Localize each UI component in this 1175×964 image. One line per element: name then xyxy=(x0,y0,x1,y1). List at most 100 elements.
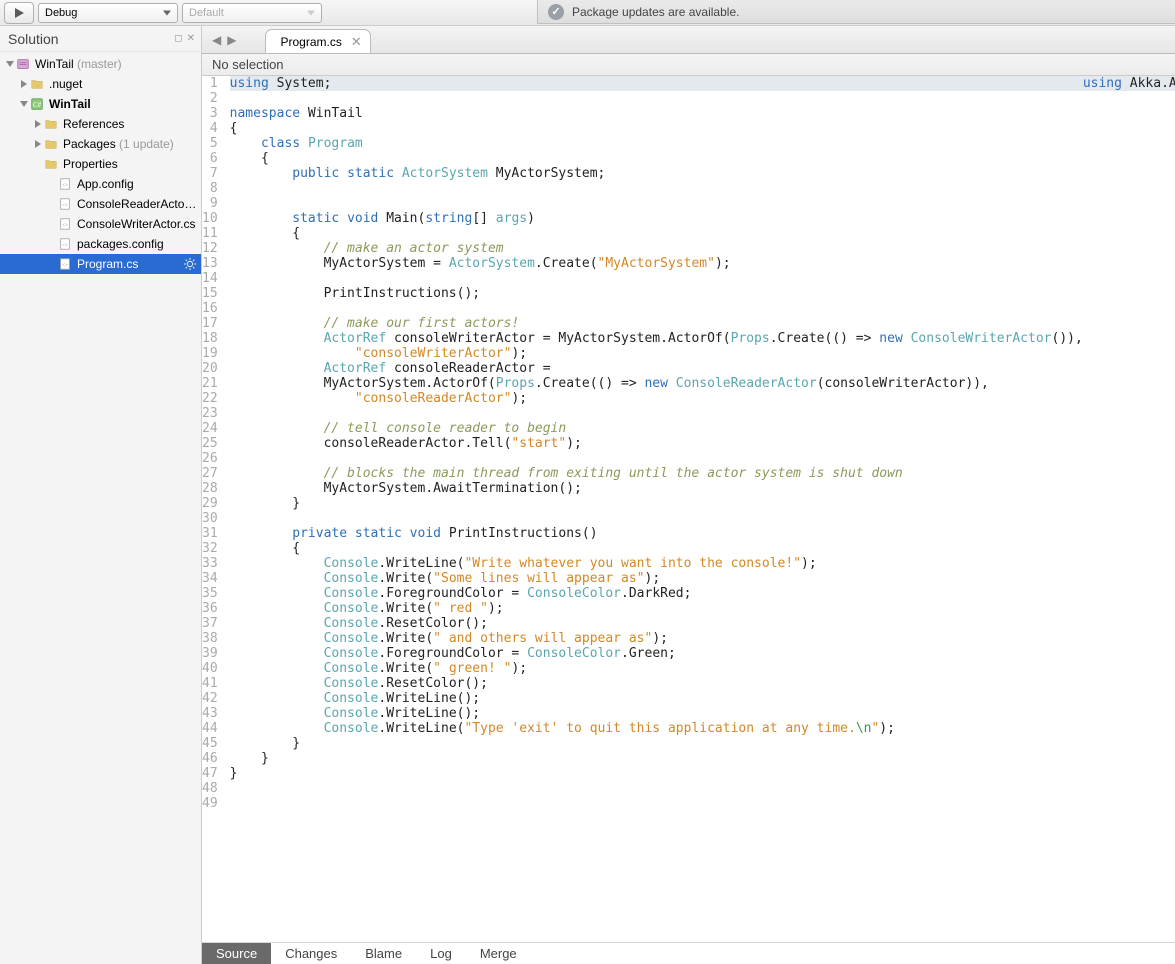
code-line[interactable]: "consoleReaderActor"); xyxy=(230,391,1083,406)
code-line[interactable]: Console.Write(" green! "); xyxy=(230,661,1083,676)
bottom-tab-blame[interactable]: Blame xyxy=(351,943,416,964)
tree-item-packages[interactable]: Packages (1 update) xyxy=(0,134,201,154)
code-line[interactable]: Console.WriteLine("Type 'exit' to quit t… xyxy=(230,721,1083,736)
chevron-down-icon[interactable] xyxy=(18,100,29,108)
code-line[interactable]: // make our first actors! xyxy=(230,316,1083,331)
code-line[interactable]: Console.WriteLine("Write whatever you wa… xyxy=(230,556,1083,571)
line-number: 34 xyxy=(202,571,218,586)
tree-item-wintail[interactable]: C#WinTail xyxy=(0,94,201,114)
code-line[interactable]: Console.ForegroundColor = ConsoleColor.G… xyxy=(230,646,1083,661)
cs-icon: <> xyxy=(57,196,73,212)
code-line[interactable]: MyActorSystem = ActorSystem.Create("MyAc… xyxy=(230,256,1083,271)
code-line[interactable]: // blocks the main thread from exiting u… xyxy=(230,466,1083,481)
main-toolbar: Debug Default ✓ Package updates are avai… xyxy=(0,0,1175,26)
notification-bar[interactable]: ✓ Package updates are available. xyxy=(537,0,1175,24)
tree-item-nuget[interactable]: .nuget xyxy=(0,74,201,94)
code-line[interactable]: "consoleWriterActor"); xyxy=(230,346,1083,361)
code-line[interactable]: private static void PrintInstructions() xyxy=(230,526,1083,541)
bottom-tab-log[interactable]: Log xyxy=(416,943,466,964)
code-line[interactable]: // tell console reader to begin xyxy=(230,421,1083,436)
code-line[interactable]: Console.ResetColor(); xyxy=(230,616,1083,631)
code-line[interactable]: Console.ResetColor(); xyxy=(230,676,1083,691)
tree-item-label: WinTail (master) xyxy=(35,57,197,71)
tree-item-consolereaderactorcs[interactable]: <>ConsoleReaderActor.cs xyxy=(0,194,201,214)
breadcrumb-bar[interactable]: No selection xyxy=(202,54,1175,76)
code-line[interactable] xyxy=(230,406,1083,421)
code-line[interactable]: MyActorSystem.ActorOf(Props.Create(() =>… xyxy=(230,376,1083,391)
chevron-down-icon[interactable] xyxy=(4,60,15,68)
code-line[interactable]: { xyxy=(230,226,1083,241)
code-line[interactable]: Console.Write("Some lines will appear as… xyxy=(230,571,1083,586)
bottom-tab-changes[interactable]: Changes xyxy=(271,943,351,964)
code-line[interactable]: ActorRef consoleWriterActor = MyActorSys… xyxy=(230,331,1083,346)
chevron-right-icon[interactable] xyxy=(18,80,29,88)
pad-close-icon[interactable]: ✕ xyxy=(187,33,195,44)
code-line[interactable]: { xyxy=(230,541,1083,556)
code-line[interactable] xyxy=(230,91,1083,106)
code-line[interactable]: } xyxy=(230,736,1083,751)
code-line[interactable]: consoleReaderActor.Tell("start"); xyxy=(230,436,1083,451)
code-line[interactable]: using Akka.Actor; xyxy=(1083,76,1175,91)
code-line[interactable]: Console.ForegroundColor = ConsoleColor.D… xyxy=(230,586,1083,601)
line-number: 27 xyxy=(202,466,218,481)
code-line[interactable]: { xyxy=(230,121,1083,136)
code-line[interactable] xyxy=(230,781,1083,796)
code-line[interactable]: MyActorSystem.AwaitTermination(); xyxy=(230,481,1083,496)
close-icon[interactable]: ✕ xyxy=(351,34,362,50)
code-line[interactable]: using System; xyxy=(230,76,1083,91)
gear-icon[interactable] xyxy=(183,257,197,271)
tree-item-appconfig[interactable]: <>App.config xyxy=(0,174,201,194)
breadcrumb-text: No selection xyxy=(212,57,284,72)
tree-item-programcs[interactable]: <>Program.cs xyxy=(0,254,201,274)
tree-item-references[interactable]: References xyxy=(0,114,201,134)
code-line[interactable] xyxy=(230,271,1083,286)
line-number: 22 xyxy=(202,391,218,406)
line-number: 44 xyxy=(202,721,218,736)
code-area[interactable]: using System;using Akka.Actor; namespace… xyxy=(226,76,1083,942)
code-line[interactable]: static void Main(string[] args) xyxy=(230,211,1083,226)
play-icon xyxy=(13,7,25,19)
code-line[interactable] xyxy=(230,301,1083,316)
code-line[interactable]: Console.Write(" and others will appear a… xyxy=(230,631,1083,646)
code-line[interactable] xyxy=(230,511,1083,526)
tree-item-label: WinTail xyxy=(49,97,197,111)
solution-tree[interactable]: WinTail (master) .nugetC#WinTailReference… xyxy=(0,52,201,964)
code-line[interactable]: } xyxy=(230,496,1083,511)
code-line[interactable]: Console.Write(" red "); xyxy=(230,601,1083,616)
line-number: 35 xyxy=(202,586,218,601)
code-line[interactable]: Console.WriteLine(); xyxy=(230,691,1083,706)
code-line[interactable]: // make an actor system xyxy=(230,241,1083,256)
folder-icon xyxy=(43,136,59,152)
editor-tab[interactable]: Program.cs ✕ xyxy=(265,29,370,53)
code-line[interactable]: class Program xyxy=(230,136,1083,151)
tree-item-consolewriteractorcs[interactable]: <>ConsoleWriterActor.cs xyxy=(0,214,201,234)
code-line[interactable] xyxy=(230,451,1083,466)
bottom-tab-source[interactable]: Source xyxy=(202,943,271,964)
code-line[interactable] xyxy=(230,196,1083,211)
nav-back-icon[interactable]: ◀ xyxy=(212,33,221,47)
code-line[interactable]: PrintInstructions(); xyxy=(230,286,1083,301)
code-editor[interactable]: 1234567891011121314151617181920212223242… xyxy=(202,76,1175,942)
code-line[interactable]: ActorRef consoleReaderActor = xyxy=(230,361,1083,376)
configuration-label: Debug xyxy=(45,7,77,19)
code-line[interactable]: public static ActorSystem MyActorSystem; xyxy=(230,166,1083,181)
configuration-selector[interactable]: Debug xyxy=(38,3,178,23)
code-line[interactable]: Console.WriteLine(); xyxy=(230,706,1083,721)
code-line[interactable] xyxy=(230,181,1083,196)
code-line[interactable]: namespace WinTail xyxy=(230,106,1083,121)
code-line[interactable]: { xyxy=(230,151,1083,166)
pad-undock-icon[interactable]: ◻ xyxy=(174,33,182,44)
code-line[interactable]: } xyxy=(230,766,1083,781)
line-number: 28 xyxy=(202,481,218,496)
editor-tabbar: ◀ ▶ Program.cs ✕ xyxy=(202,26,1175,54)
cs-icon: <> xyxy=(57,176,73,192)
nav-forward-icon[interactable]: ▶ xyxy=(227,33,236,47)
tree-item-packagesconfig[interactable]: <>packages.config xyxy=(0,234,201,254)
chevron-right-icon[interactable] xyxy=(32,120,43,128)
chevron-right-icon[interactable] xyxy=(32,140,43,148)
code-line[interactable]: } xyxy=(230,751,1083,766)
tree-item-wintail[interactable]: WinTail (master) xyxy=(0,54,201,74)
bottom-tab-merge[interactable]: Merge xyxy=(466,943,531,964)
tree-item-properties[interactable]: Properties xyxy=(0,154,201,174)
run-button[interactable] xyxy=(4,2,34,24)
